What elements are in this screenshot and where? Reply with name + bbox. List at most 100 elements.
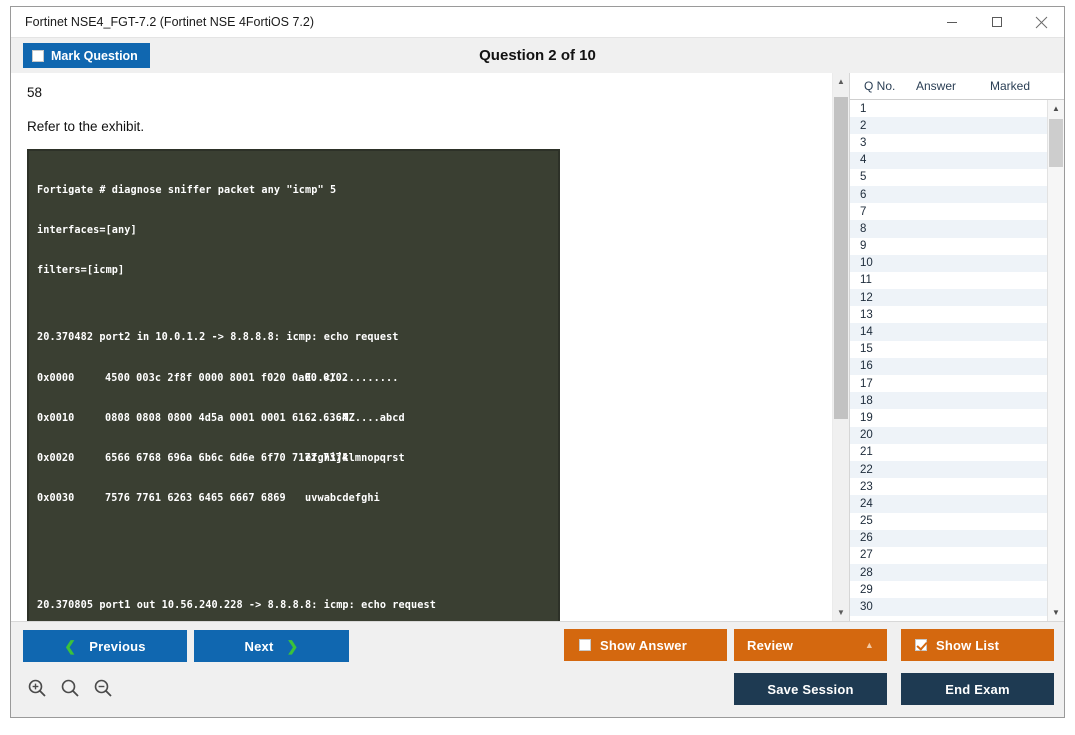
question-list-row[interactable]: 12 bbox=[850, 289, 1047, 306]
question-list-row[interactable]: 4 bbox=[850, 152, 1047, 169]
chevron-up-icon: ▲ bbox=[865, 640, 874, 650]
row-qno: 29 bbox=[850, 584, 912, 596]
zoom-out-icon[interactable] bbox=[93, 678, 113, 703]
question-list-row[interactable]: 25 bbox=[850, 513, 1047, 530]
question-list-row[interactable]: 28 bbox=[850, 564, 1047, 581]
question-list-row[interactable]: 27 bbox=[850, 547, 1047, 564]
sniffer-output-exhibit: Fortigate # diagnose sniffer packet any … bbox=[27, 149, 560, 621]
mark-question-checkbox[interactable] bbox=[32, 50, 44, 62]
hex-bytes: 4500 003c 2f8f 0000 8001 f020 0a00 0102 bbox=[105, 372, 305, 385]
hex-dump-row: 0x0030 7576 7761 6263 6465 6667 6869 uvw… bbox=[37, 492, 550, 505]
question-list-scrollbar[interactable]: ▲ ▼ bbox=[1047, 100, 1064, 621]
question-list-row[interactable]: 26 bbox=[850, 530, 1047, 547]
show-answer-button[interactable]: Show Answer bbox=[564, 629, 727, 661]
row-qno: 9 bbox=[850, 240, 912, 252]
window-title: Fortinet NSE4_FGT-7.2 (Fortinet NSE 4For… bbox=[11, 15, 314, 29]
question-list-panel: Q No. Answer Marked 12345678910111213141… bbox=[849, 73, 1064, 621]
scrollbar-thumb[interactable] bbox=[834, 97, 848, 419]
question-list-row[interactable]: 30 bbox=[850, 598, 1047, 615]
row-qno: 26 bbox=[850, 532, 912, 544]
hex-offset: 0x0020 bbox=[37, 452, 105, 465]
zoom-controls bbox=[27, 678, 113, 703]
row-qno: 16 bbox=[850, 360, 912, 372]
packet-header: 20.370805 port1 out 10.56.240.228 -> 8.8… bbox=[37, 599, 550, 612]
question-list-row[interactable]: 22 bbox=[850, 461, 1047, 478]
question-list-row[interactable]: 2 bbox=[850, 117, 1047, 134]
question-list-row[interactable]: 1 bbox=[850, 100, 1047, 117]
zoom-reset-icon[interactable] bbox=[60, 678, 80, 703]
review-dropdown[interactable]: Review ▲ bbox=[734, 629, 887, 661]
question-list-row[interactable]: 16 bbox=[850, 358, 1047, 375]
mark-question-button[interactable]: Mark Question bbox=[23, 43, 150, 68]
question-counter: Question 2 of 10 bbox=[11, 47, 1064, 64]
question-list-header: Q No. Answer Marked bbox=[850, 73, 1064, 100]
question-list-row[interactable]: 23 bbox=[850, 478, 1047, 495]
close-icon[interactable] bbox=[1019, 7, 1064, 37]
refer-to-exhibit-text: Refer to the exhibit. bbox=[27, 119, 832, 134]
mark-question-label: Mark Question bbox=[51, 49, 138, 63]
row-qno: 13 bbox=[850, 309, 912, 321]
hex-ascii: ......MZ....abcd bbox=[305, 412, 550, 425]
row-qno: 25 bbox=[850, 515, 912, 527]
exam-header-bar: Mark Question Question 2 of 10 bbox=[11, 38, 1064, 73]
minimize-icon[interactable] bbox=[929, 7, 974, 37]
question-list-row[interactable]: 11 bbox=[850, 272, 1047, 289]
question-source-number: 58 bbox=[27, 85, 832, 100]
row-qno: 19 bbox=[850, 412, 912, 424]
row-qno: 30 bbox=[850, 601, 912, 613]
row-qno: 28 bbox=[850, 567, 912, 579]
end-exam-label: End Exam bbox=[945, 682, 1009, 697]
question-list-row[interactable]: 17 bbox=[850, 375, 1047, 392]
question-list-row[interactable]: 3 bbox=[850, 134, 1047, 151]
show-list-checkbox[interactable] bbox=[915, 639, 927, 651]
scroll-down-icon[interactable]: ▼ bbox=[833, 604, 849, 621]
maximize-icon[interactable] bbox=[974, 7, 1019, 37]
exam-body: 58 Refer to the exhibit. Fortigate # dia… bbox=[11, 73, 1064, 621]
question-list-row[interactable]: 20 bbox=[850, 427, 1047, 444]
question-list-row[interactable]: 8 bbox=[850, 220, 1047, 237]
list-scrollbar-thumb[interactable] bbox=[1049, 119, 1063, 167]
row-qno: 2 bbox=[850, 120, 912, 132]
save-session-label: Save Session bbox=[767, 682, 853, 697]
show-list-button[interactable]: Show List bbox=[901, 629, 1054, 661]
row-qno: 22 bbox=[850, 464, 912, 476]
question-list-row[interactable]: 6 bbox=[850, 186, 1047, 203]
previous-button[interactable]: ❮ Previous bbox=[23, 630, 187, 662]
question-list-row[interactable]: 9 bbox=[850, 238, 1047, 255]
row-qno: 20 bbox=[850, 429, 912, 441]
question-pane-scrollbar[interactable]: ▲ ▼ bbox=[832, 73, 849, 621]
hex-bytes: 7576 7761 6263 6465 6667 6869 bbox=[105, 492, 305, 505]
scroll-up-icon[interactable]: ▲ bbox=[833, 73, 849, 90]
save-session-button[interactable]: Save Session bbox=[734, 673, 887, 705]
question-list-row[interactable]: 24 bbox=[850, 495, 1047, 512]
hex-bytes: 0808 0808 0800 4d5a 0001 0001 6162 6364 bbox=[105, 412, 305, 425]
row-qno: 12 bbox=[850, 292, 912, 304]
end-exam-button[interactable]: End Exam bbox=[901, 673, 1054, 705]
question-list-row[interactable]: 7 bbox=[850, 203, 1047, 220]
row-qno: 21 bbox=[850, 446, 912, 458]
question-list-row[interactable]: 19 bbox=[850, 409, 1047, 426]
hex-dump-row: 0x0010 0808 0808 0800 4d5a 0001 0001 616… bbox=[37, 412, 550, 425]
next-button[interactable]: Next ❯ bbox=[194, 630, 349, 662]
question-list-row[interactable]: 13 bbox=[850, 306, 1047, 323]
row-qno: 8 bbox=[850, 223, 912, 235]
question-list-row[interactable]: 15 bbox=[850, 341, 1047, 358]
previous-label: Previous bbox=[89, 639, 146, 654]
question-list-row[interactable]: 29 bbox=[850, 581, 1047, 598]
question-list-row[interactable]: 18 bbox=[850, 392, 1047, 409]
list-scroll-down-icon[interactable]: ▼ bbox=[1048, 604, 1064, 621]
show-answer-checkbox[interactable] bbox=[579, 639, 591, 651]
exhibit-interfaces-line: interfaces=[any] bbox=[37, 224, 550, 237]
row-qno: 23 bbox=[850, 481, 912, 493]
exhibit-spacer bbox=[37, 532, 550, 545]
row-qno: 5 bbox=[850, 171, 912, 183]
question-list-row[interactable]: 21 bbox=[850, 444, 1047, 461]
question-list-row[interactable]: 10 bbox=[850, 255, 1047, 272]
list-scroll-up-icon[interactable]: ▲ bbox=[1048, 100, 1064, 117]
packet-header: 20.370482 port2 in 10.0.1.2 -> 8.8.8.8: … bbox=[37, 331, 550, 344]
next-label: Next bbox=[245, 639, 274, 654]
hex-offset: 0x0000 bbox=[37, 372, 105, 385]
zoom-in-icon[interactable] bbox=[27, 678, 47, 703]
question-list-row[interactable]: 5 bbox=[850, 169, 1047, 186]
question-list-row[interactable]: 14 bbox=[850, 323, 1047, 340]
